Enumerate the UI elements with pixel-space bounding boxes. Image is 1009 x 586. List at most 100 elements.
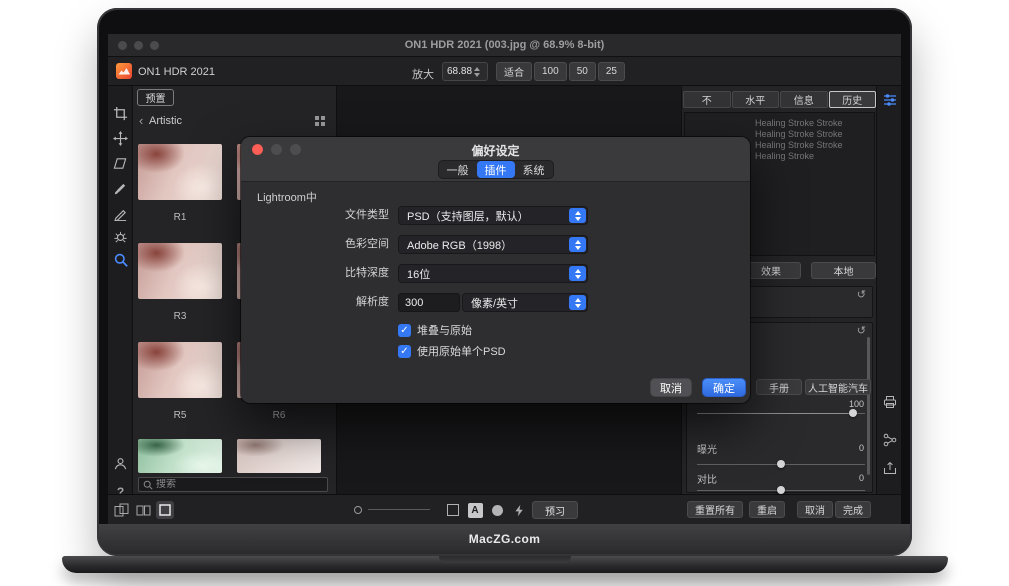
tone-slider[interactable] (697, 413, 865, 414)
preview-button[interactable]: 预习 (532, 501, 578, 519)
tab-general[interactable]: 一般 (439, 161, 477, 178)
traffic-lights (118, 41, 159, 50)
file-type-select[interactable]: PSD（支持图层，默认） (398, 206, 588, 225)
checkbox-label: 使用原始单个PSD (417, 343, 506, 359)
reset-all-button[interactable]: 重置所有 (687, 501, 743, 518)
bit-depth-select[interactable]: 16位 (398, 264, 588, 283)
browse-view-icon[interactable] (112, 501, 130, 519)
preset-thumbnail-r1[interactable] (138, 144, 222, 200)
dialog-ok-button[interactable]: 确定 (702, 378, 746, 397)
preset-label: R6 (237, 410, 321, 421)
contrast-slider-knob[interactable] (777, 486, 785, 494)
local-tab[interactable]: 本地 (811, 262, 876, 279)
thumb-size-knob[interactable] (354, 506, 362, 514)
manual-button[interactable]: 手册 (756, 379, 802, 395)
zoom-value-stepper[interactable] (442, 62, 488, 81)
search-input[interactable] (156, 479, 323, 490)
tab-levels[interactable]: 水平 (732, 91, 780, 108)
mask-preview-icon[interactable] (488, 501, 506, 519)
ai-auto-button[interactable]: 人工智能汽车 (805, 379, 871, 395)
adjustments-icon[interactable] (880, 90, 899, 109)
grid-view-icon[interactable] (315, 116, 326, 127)
preset-search[interactable] (138, 477, 328, 492)
zoom-50-button[interactable]: 50 (569, 62, 596, 81)
zoom-fit-button[interactable]: 适合 (496, 62, 532, 81)
refine-brush-tool-icon[interactable] (111, 204, 130, 223)
history-item[interactable]: Healing Stroke (755, 151, 814, 161)
history-item[interactable]: Healing Stroke Stroke (755, 140, 843, 150)
frame-overlay-icon[interactable] (444, 501, 462, 519)
detail-view-icon-selected[interactable] (156, 501, 174, 519)
preset-thumbnail-r7[interactable] (138, 439, 222, 473)
back-chevron-icon[interactable]: ‹ (139, 113, 143, 128)
done-button[interactable]: 完成 (835, 501, 871, 518)
tab-info[interactable]: 信息 (780, 91, 828, 108)
effects-tab[interactable]: 效果 (741, 262, 801, 279)
masking-brush-tool-icon[interactable] (111, 179, 130, 198)
tab-none[interactable]: 不 (683, 91, 731, 108)
crop-tool-icon[interactable] (111, 104, 130, 123)
resolution-input[interactable] (398, 293, 460, 312)
tool-strip: ? (108, 86, 133, 494)
soft-proof-icon[interactable]: A (466, 501, 484, 519)
filmstrip-view-icon[interactable] (134, 501, 152, 519)
dialog-cancel-button[interactable]: 取消 (650, 378, 692, 397)
resolution-unit-select[interactable]: 像素/英寸 (462, 293, 588, 312)
exposure-slider-knob[interactable] (777, 460, 785, 468)
zoom-100-button[interactable]: 100 (534, 62, 567, 81)
category-header[interactable]: ‹ Artistic (133, 112, 336, 130)
preset-thumbnail-r8[interactable] (237, 439, 321, 473)
presets-button[interactable]: 预置 (137, 89, 174, 106)
tab-plugins[interactable]: 插件 (477, 161, 515, 178)
tone-slider-knob[interactable] (849, 409, 857, 417)
zoom-25-button[interactable]: 25 (598, 62, 625, 81)
tab-history[interactable]: 历史 (829, 91, 877, 108)
preset-thumbnail-r3[interactable] (138, 243, 222, 299)
history-item[interactable]: Healing Stroke Stroke (755, 129, 843, 139)
cancel-button[interactable]: 取消 (797, 501, 833, 518)
zoom-stepper-arrows-icon[interactable] (474, 67, 480, 77)
resolution-unit-value: 像素/英寸 (471, 295, 518, 311)
section-heading: Lightroom中 (257, 189, 317, 205)
stack-with-original-checkbox[interactable]: ✓ 堆叠与原始 (398, 322, 472, 338)
window-close-button[interactable] (118, 41, 127, 50)
share-nodes-icon[interactable] (880, 430, 899, 449)
bottom-action-buttons: 重置所有 重启 取消 完成 (687, 501, 871, 518)
resolution-label: 解析度 (241, 293, 389, 312)
laptop-bezel: ON1 HDR 2021 (003.jpg @ 68.9% 8-bit) ON1… (97, 8, 912, 556)
exposure-slider[interactable] (697, 464, 865, 465)
portrait-tool-icon[interactable] (111, 454, 130, 473)
tab-system[interactable]: 系统 (515, 161, 553, 178)
history-item[interactable]: Healing Stroke Stroke (755, 118, 843, 128)
zoom-input[interactable] (443, 66, 473, 77)
panel-scrollbar[interactable] (867, 337, 870, 475)
transform-tool-icon[interactable] (111, 154, 130, 173)
window-minimize-button[interactable] (134, 41, 143, 50)
masking-bug-tool-icon[interactable] (111, 227, 130, 246)
preset-label: R1 (138, 212, 222, 223)
zoom-label: 放大 (412, 66, 434, 82)
preset-thumbnail-r5[interactable] (138, 342, 222, 398)
quick-preview-icon[interactable] (510, 501, 528, 519)
bit-depth-label: 比特深度 (241, 264, 389, 283)
restart-button[interactable]: 重启 (749, 501, 785, 518)
move-tool-icon[interactable] (111, 129, 130, 148)
print-icon[interactable] (880, 392, 899, 411)
thumb-size-track[interactable] (368, 509, 430, 510)
zoom-presets: 适合 100 50 25 (496, 62, 625, 81)
window-zoom-button[interactable] (150, 41, 159, 50)
preferences-dialog: 偏好设定 一般 插件 系统 Lightroom中 文件类型 PSD（支持图层，默… (241, 137, 750, 403)
zoom-tool-icon-selected[interactable] (111, 250, 130, 269)
use-original-single-psd-checkbox[interactable]: ✓ 使用原始单个PSD (398, 343, 506, 359)
select-stepper-icon (569, 295, 586, 310)
color-space-select[interactable]: Adobe RGB（1998） (398, 235, 588, 254)
screen: ON1 HDR 2021 (003.jpg @ 68.9% 8-bit) ON1… (108, 34, 901, 524)
undo-icon[interactable]: ↺ (857, 326, 866, 337)
undo-icon[interactable]: ↺ (857, 290, 866, 301)
file-type-label: 文件类型 (241, 206, 389, 225)
contrast-slider[interactable] (697, 490, 865, 491)
checkbox-checked-icon: ✓ (398, 345, 411, 358)
laptop-chin: MacZG.com (99, 524, 910, 554)
export-icon[interactable] (880, 458, 899, 477)
side-icon-strip (876, 86, 901, 494)
